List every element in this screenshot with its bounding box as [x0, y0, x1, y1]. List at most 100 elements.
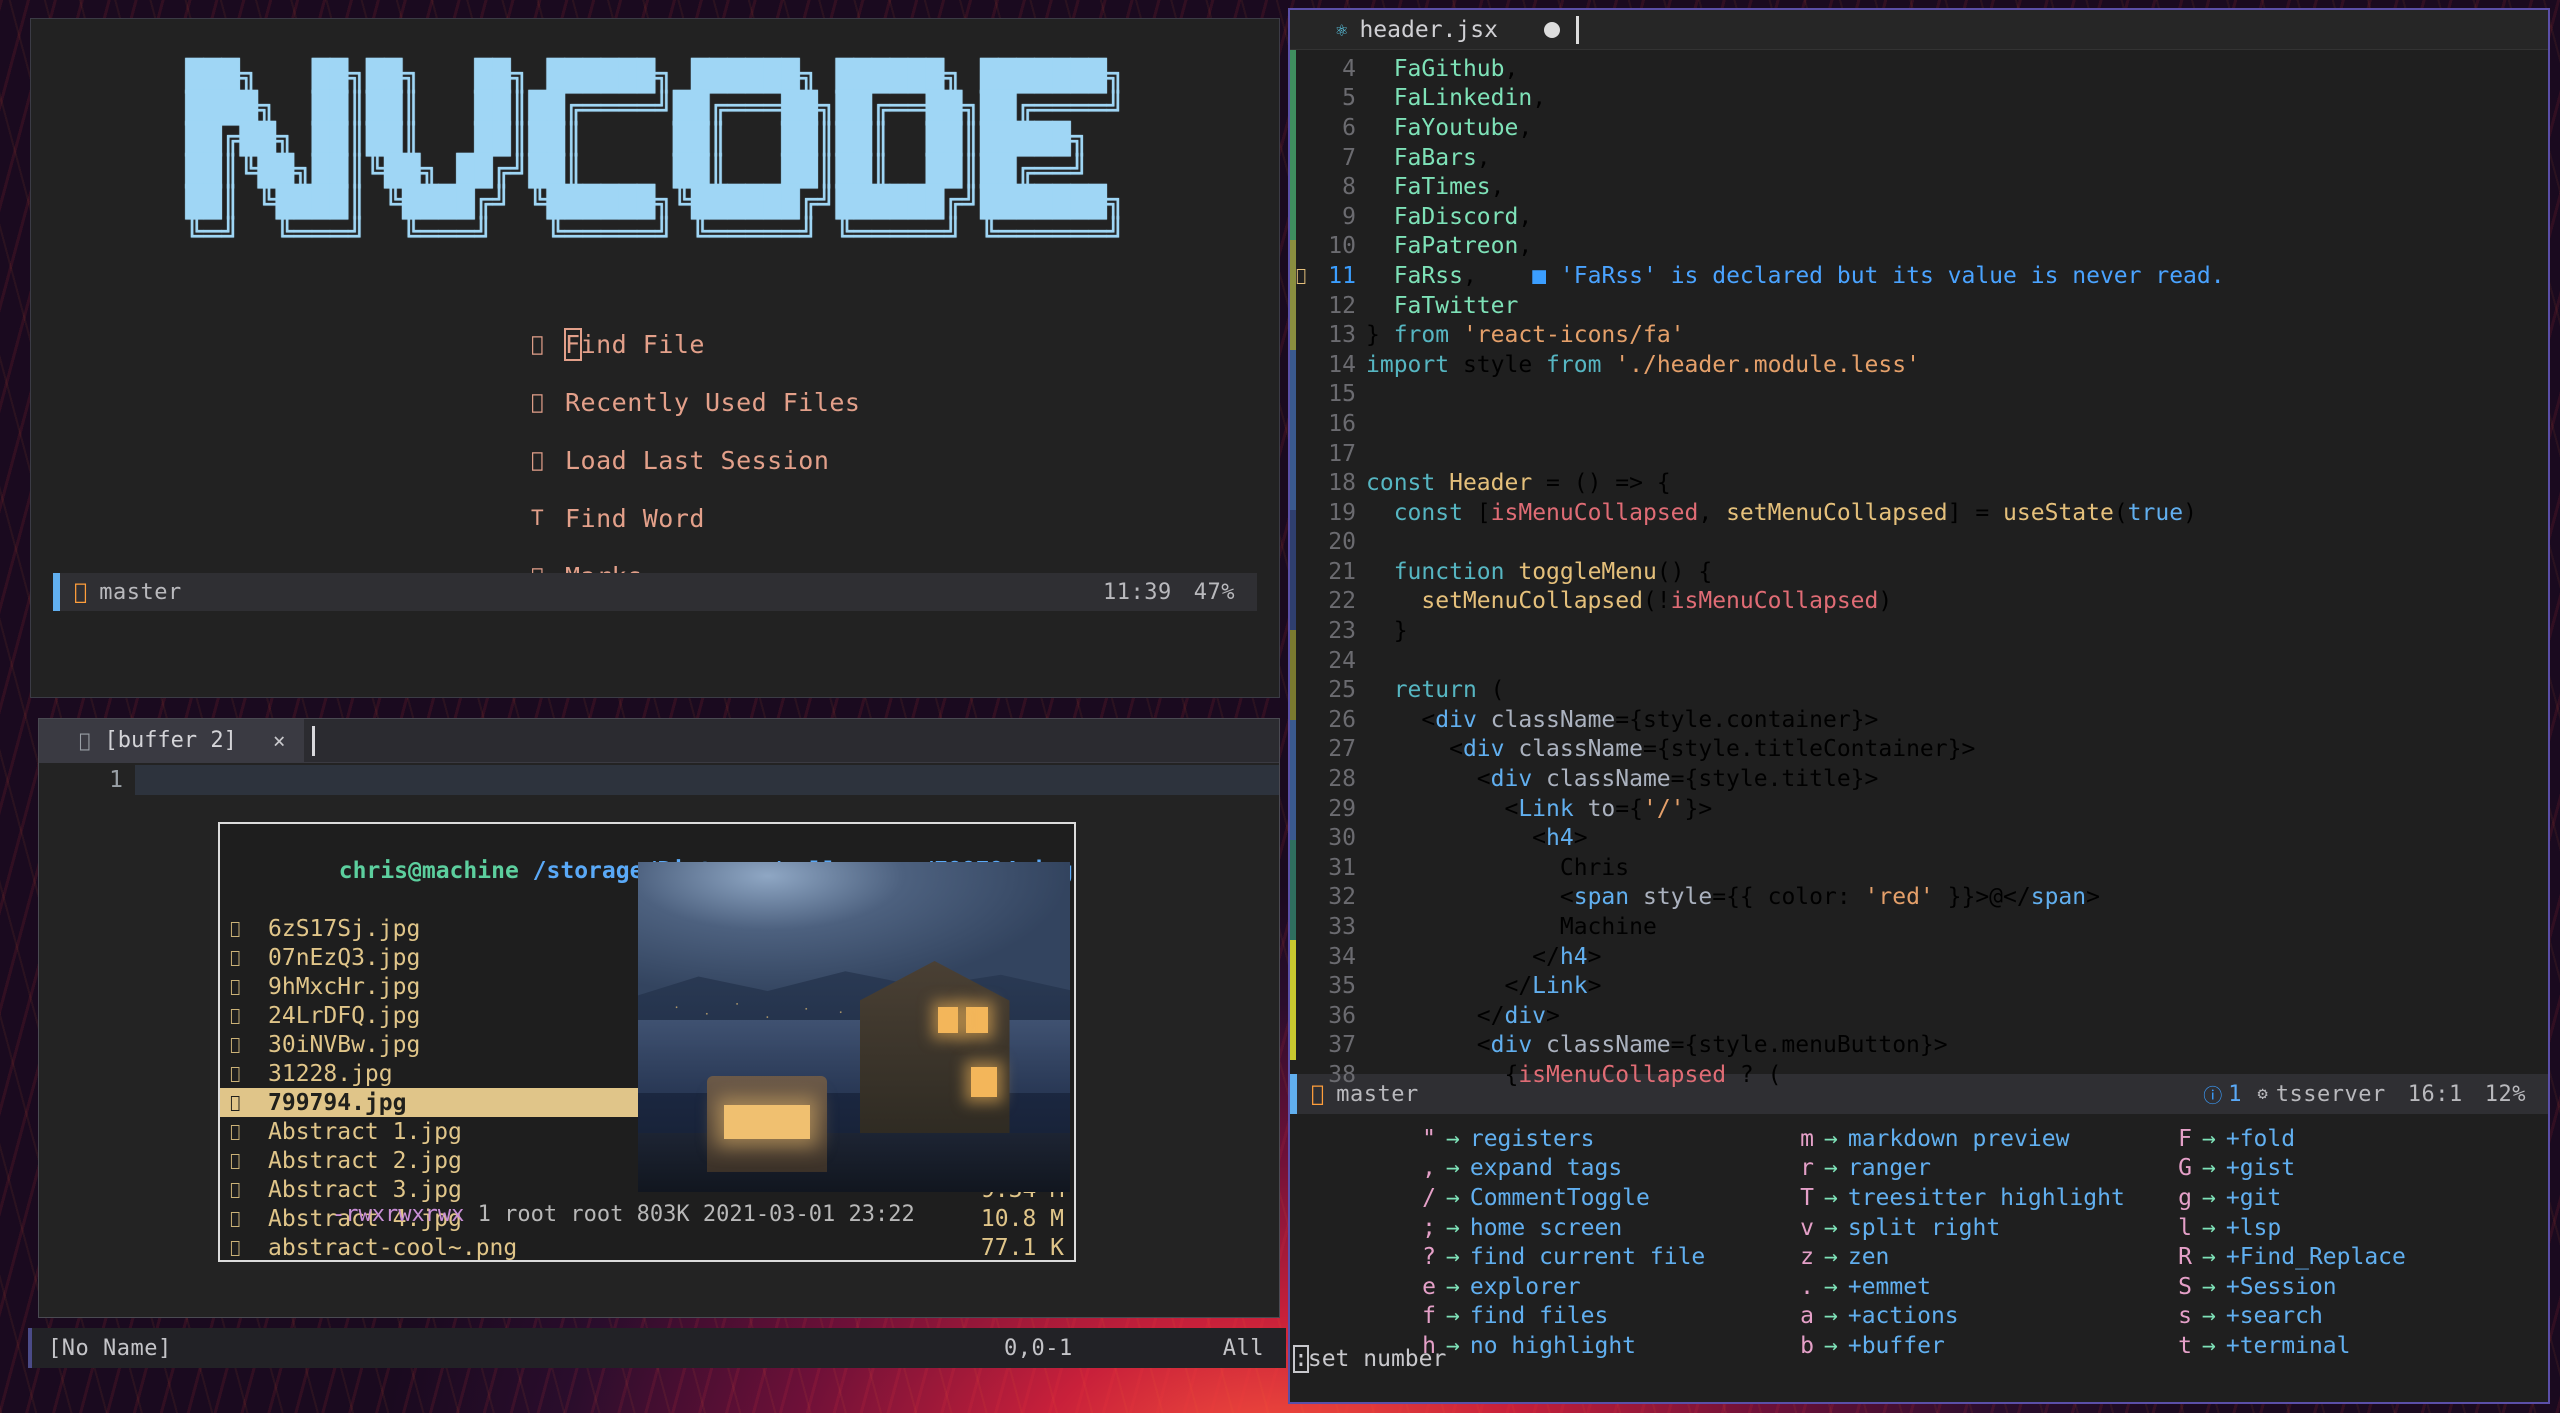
- line-number: 35: [1328, 973, 1356, 1000]
- which-key-entry[interactable]: ? → find current file: [1414, 1242, 1792, 1272]
- code-text: return (: [1393, 677, 1505, 704]
- which-key-description: +buffer: [1847, 1332, 1945, 1359]
- code-line: 18 const Header = () => {: [1290, 468, 2548, 498]
- arrow-icon: →: [2202, 1125, 2216, 1152]
- code-line: 16: [1290, 409, 2548, 439]
- code-text: <div className={style.container}>: [1366, 706, 1879, 733]
- which-key-entry[interactable]: v → split right: [1792, 1213, 2170, 1243]
- code-line: 23 }: [1290, 616, 2548, 646]
- editor-tab-header-jsx[interactable]: ⚛ header.jsx: [1290, 17, 1560, 43]
- line-number: 10: [1328, 233, 1356, 260]
- which-key-description: registers: [1469, 1125, 1595, 1152]
- line-number: 14: [1328, 351, 1356, 378]
- code-text: FaPatreon,: [1393, 233, 1533, 260]
- which-key-entry[interactable]: T → treesitter highlight: [1792, 1183, 2170, 1213]
- which-key-entry[interactable]: e → explorer: [1414, 1272, 1792, 1302]
- which-key-description: +git: [2225, 1184, 2282, 1211]
- code-text: {isMenuCollapsed ? (: [1366, 1061, 1782, 1088]
- arrow-icon: →: [2202, 1303, 2216, 1330]
- code-line: 27 <div className={style.titleContainer}…: [1290, 735, 2548, 765]
- neovim-window: ███╗ ██╗██╗ ██╗ ██████╗ ██████╗ ██████╗ …: [0, 0, 2560, 1413]
- which-key-entry[interactable]: R → +Find_Replace: [2170, 1242, 2548, 1272]
- which-key-entry[interactable]: , → expand tags: [1414, 1154, 1792, 1184]
- code-text: } from 'react-icons/fa': [1366, 322, 1685, 349]
- buffer-name: [No Name]: [48, 1335, 172, 1361]
- which-key-column: F → +fold G → +gist g → +git l → +lsp R → +Find_Replac…: [2170, 1124, 2548, 1361]
- which-key-entry[interactable]: / → CommentToggle: [1414, 1183, 1792, 1213]
- file-icon: : [79, 730, 90, 752]
- which-key-entry[interactable]: s → +search: [2170, 1302, 2548, 1332]
- which-key-entry[interactable]: f → find files: [1414, 1302, 1792, 1332]
- which-key-description: +lsp: [2225, 1214, 2282, 1241]
- which-key-entry[interactable]: b → +buffer: [1792, 1331, 2170, 1361]
- code-text: function toggleMenu() {: [1393, 558, 1713, 585]
- code-line: 7 FaBars,: [1290, 143, 2548, 173]
- code-text: FaLinkedin,: [1393, 85, 1547, 112]
- image-file-icon: : [230, 976, 241, 997]
- image-file-icon: : [230, 947, 241, 968]
- which-key-entry[interactable]: a → +actions: [1792, 1302, 2170, 1332]
- arrow-icon: →: [1446, 1332, 1460, 1359]
- which-key-entry[interactable]: h → no highlight: [1414, 1331, 1792, 1361]
- which-key-key: s: [2178, 1303, 2192, 1330]
- line-number: 29: [1328, 795, 1356, 822]
- arrow-icon: →: [1446, 1303, 1460, 1330]
- file-icon: : [531, 332, 565, 356]
- which-key-entry[interactable]: G → +gist: [2170, 1154, 2548, 1184]
- which-key-key: l: [2178, 1214, 2192, 1241]
- which-key-entry[interactable]: S → +Session: [2170, 1272, 2548, 1302]
- dashboard-menu-item-recently-used-files[interactable]: Recently Used Files: [31, 373, 1279, 431]
- dashboard-statusline:  master 11:39 47%: [53, 573, 1257, 611]
- recent-files-icon: : [531, 390, 565, 414]
- dashboard-menu-item-load-last-session[interactable]: Load Last Session: [31, 431, 1279, 489]
- which-key-entry[interactable]: t → +terminal: [2170, 1331, 2548, 1361]
- which-key-entry[interactable]: F → +fold: [2170, 1124, 2548, 1154]
- tabline-cursor: [1575, 15, 1579, 44]
- buffer2-tab[interactable]:  [buffer 2] ×: [39, 718, 304, 763]
- line-number: 36: [1328, 1002, 1356, 1029]
- line-number: 27: [1328, 736, 1356, 763]
- arrow-icon: →: [1824, 1303, 1838, 1330]
- clock-icon: : [531, 448, 565, 472]
- line-number: 5: [1342, 85, 1356, 112]
- which-key-entry[interactable]: " → registers: [1414, 1124, 1792, 1154]
- command-line[interactable]: : set number: [1290, 1345, 1446, 1373]
- which-key-entry[interactable]: . → +emmet: [1792, 1272, 2170, 1302]
- which-key-key: S: [2178, 1273, 2192, 1300]
- code-text: FaDiscord,: [1393, 203, 1533, 230]
- dashboard-menu-label: Find File: [564, 327, 705, 361]
- which-key-entry[interactable]: l → +lsp: [2170, 1213, 2548, 1243]
- image-file-icon: : [230, 1063, 241, 1084]
- code-text: FaTimes,: [1393, 174, 1505, 201]
- which-key-key: R: [2178, 1244, 2192, 1271]
- arrow-icon: →: [1446, 1155, 1460, 1182]
- code-line: 37 <div className={style.menuButton}>: [1290, 1031, 2548, 1061]
- which-key-entry[interactable]: r → ranger: [1792, 1154, 2170, 1184]
- code-line: 33 Machine: [1290, 912, 2548, 942]
- line-number: 8: [1342, 174, 1356, 201]
- tabline-cursor: [311, 725, 315, 756]
- editor-code-area[interactable]: 4 FaGithub, 5 FaLinkedin, 6 FaYoutube, 7 Fa…: [1290, 50, 2548, 1088]
- code-text: </div>: [1366, 1002, 1560, 1029]
- line-number: 34: [1328, 943, 1356, 970]
- dashboard-panel: ███╗ ██╗██╗ ██╗ ██████╗ ██████╗ ██████╗ …: [30, 18, 1280, 698]
- ranger-file-explorer[interactable]: chris@machine /storage/Pictures/wallpape…: [218, 822, 1076, 1262]
- code-text: <div className={style.titleContainer}>: [1366, 736, 1976, 763]
- which-key-description: markdown preview: [1847, 1125, 2070, 1152]
- which-key-description: +emmet: [1847, 1273, 1931, 1300]
- close-icon[interactable]: ×: [273, 729, 286, 753]
- which-key-entry[interactable]: ; → home screen: [1414, 1213, 1792, 1243]
- which-key-entry[interactable]: z → zen: [1792, 1242, 2170, 1272]
- image-preview: [638, 862, 1070, 1192]
- nvcode-logo: ███╗ ██╗██╗ ██╗ ██████╗ ██████╗ ██████╗ …: [185, 59, 1125, 252]
- which-key-column: " → registers, → expand tags / → CommentToggle;…: [1414, 1124, 1792, 1361]
- which-key-entry[interactable]: g → +git: [2170, 1183, 2548, 1213]
- dashboard-menu-item-find-file[interactable]: Find File: [31, 315, 1279, 373]
- arrow-icon: →: [2202, 1184, 2216, 1211]
- arrow-icon: →: [1824, 1155, 1838, 1182]
- line-number: 32: [1328, 884, 1356, 911]
- arrow-icon: →: [2202, 1244, 2216, 1271]
- which-key-popup[interactable]: " → registers, → expand tags / → CommentToggle;…: [1290, 1114, 2548, 1382]
- which-key-entry[interactable]: m → markdown preview: [1792, 1124, 2170, 1154]
- dashboard-menu-item-find-word[interactable]: T Find Word: [31, 489, 1279, 547]
